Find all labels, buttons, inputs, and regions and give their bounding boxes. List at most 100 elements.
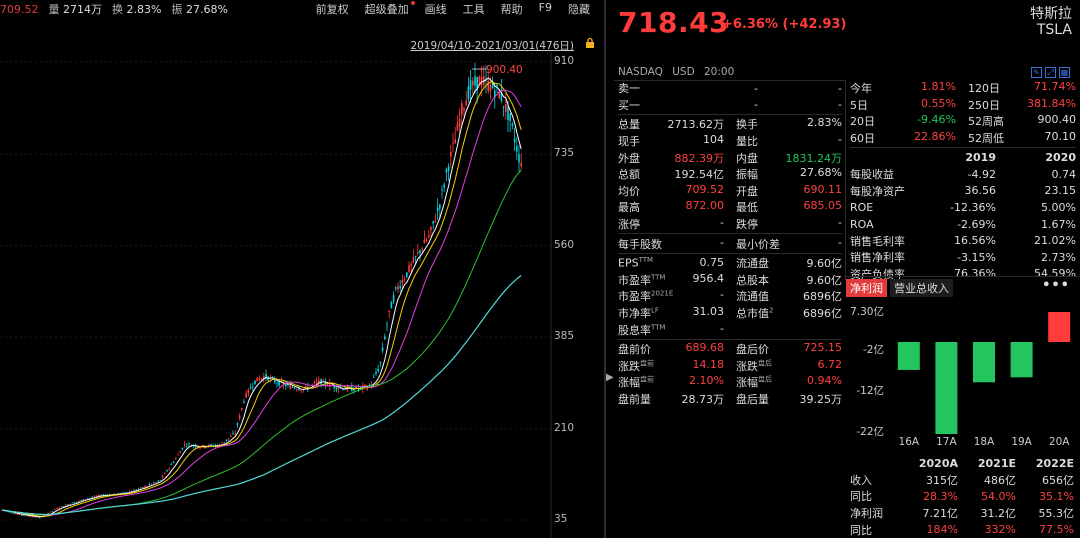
- candle-body: [51, 510, 54, 512]
- fin-row-value: 23.15: [1044, 184, 1077, 198]
- candle-body: [135, 489, 137, 491]
- stat-label: 市盈率TTM: [618, 272, 665, 288]
- stat-label-sup: TTM: [651, 322, 666, 331]
- stat-cell: 外盘 882.39万: [618, 150, 730, 166]
- stat-row: 60日 22.86% 52周低 70.10: [850, 130, 1076, 147]
- stat-label-sup: 盘前: [640, 375, 654, 384]
- toolbar-item[interactable]: 帮助: [493, 1, 531, 17]
- tab-revenue[interactable]: 营业总收入: [890, 279, 953, 297]
- candle-body: [289, 385, 291, 389]
- stock-name: 特斯拉: [1030, 6, 1072, 22]
- toolbar-item[interactable]: 超级叠加: [357, 1, 417, 17]
- stat-label: 盘前价: [618, 341, 651, 357]
- top-stat-value: 27.68%: [185, 3, 228, 16]
- stock-ticker: TSLA: [1036, 22, 1072, 38]
- stat-label-sup: 盘后: [758, 375, 772, 384]
- stat-value: 6896亿: [803, 307, 842, 321]
- net-profit-bar[interactable]: [897, 341, 920, 370]
- candle-body: [315, 381, 318, 383]
- candle-body: [56, 508, 58, 509]
- candle-body: [181, 447, 184, 450]
- net-profit-bar[interactable]: [1010, 341, 1033, 378]
- stat-cell: 52周低 70.10: [962, 130, 1076, 146]
- candle-body: [153, 482, 155, 484]
- top-stat-label: 量: [48, 3, 60, 16]
- stat-label-sup: 盘前: [640, 359, 654, 368]
- stat-label-text: 5日: [850, 98, 868, 112]
- kline-chart[interactable]: 900.40: [0, 52, 552, 538]
- stat-label-text: 52周低: [968, 132, 1004, 146]
- stat-label: 120日: [968, 80, 1000, 96]
- toolbar-item[interactable]: F9: [531, 1, 560, 17]
- exchange-line: NASDAQ USD 20:00: [618, 66, 740, 78]
- stat-label-text: 市净率: [618, 307, 651, 321]
- candle-body: [518, 154, 520, 163]
- toolbar-item[interactable]: 前复权: [308, 1, 357, 17]
- candle-body: [258, 378, 261, 381]
- stat-label-sup: 盘后: [758, 359, 772, 368]
- stat-value: 0.55%: [921, 96, 956, 110]
- forecast-value: 35.1%: [1039, 489, 1074, 503]
- candle-body: [443, 184, 445, 188]
- top-stat-label: 换: [112, 3, 123, 16]
- stat-label: 股息率TTM: [618, 322, 665, 338]
- net-profit-chart[interactable]: [846, 300, 1080, 438]
- forecast-table: 2020A 2021E 2022E 收入 315亿 486亿 656亿 同比 28.3% 54.0…: [850, 455, 1076, 538]
- candle-body: [14, 513, 16, 515]
- stat-cell: 涨幅盘前 2.10%: [618, 374, 730, 390]
- fin-y-tick: -22亿: [856, 426, 884, 439]
- stat-row: 市盈率2021E - 流通值 6896亿: [618, 288, 842, 305]
- toolbar-item[interactable]: 画线: [417, 1, 455, 17]
- net-profit-bar[interactable]: [1048, 312, 1071, 342]
- toolbar-item[interactable]: 工具: [455, 1, 493, 17]
- time-label: 20:00: [704, 66, 735, 78]
- forecast-value: 315亿: [926, 473, 958, 487]
- stat-cell: 市盈率2021E -: [618, 288, 730, 304]
- stat-value: 2.10%: [689, 374, 724, 388]
- candle-body: [241, 408, 243, 410]
- settings-icon[interactable]: ▦: [1059, 67, 1070, 78]
- stat-value: 14.18: [692, 357, 725, 371]
- kline-panel[interactable]: 709.52 量 2714万换 2.83% 振 27.68% 前复权 超级叠加 画线 工具…: [0, 0, 604, 538]
- panel-divider[interactable]: [604, 0, 606, 538]
- collapse-arrow-icon[interactable]: ▶: [606, 372, 614, 383]
- stat-label-text: 今年: [850, 82, 872, 96]
- net-profit-bar[interactable]: [973, 341, 995, 383]
- bid-ask-price: -: [754, 98, 758, 112]
- candle-body: [234, 433, 236, 435]
- candle-body: [474, 76, 476, 86]
- stat-cell: 5日 0.55%: [850, 97, 962, 113]
- candle-body: [139, 487, 142, 489]
- lock-icon[interactable]: [584, 37, 596, 49]
- fin-row-label: 每股收益: [850, 168, 894, 182]
- fin-row-value: 21.02%: [1034, 234, 1076, 248]
- stat-row: 总额 192.54亿 振幅 27.68%: [618, 166, 842, 183]
- currency-label: USD: [672, 66, 695, 78]
- candle-body: [32, 516, 34, 518]
- candle-body: [434, 220, 437, 222]
- more-icon[interactable]: •••: [1042, 278, 1070, 293]
- stat-row: 盘前价 689.68 盘后价 725.15: [618, 341, 842, 358]
- forecast-value: 332%: [984, 523, 1016, 537]
- net-profit-bar[interactable]: [935, 341, 958, 434]
- stat-cell: 60日 22.86%: [850, 130, 962, 146]
- toolbar-item[interactable]: 隐藏: [560, 1, 598, 17]
- candle-body: [27, 515, 30, 517]
- candle-body: [128, 491, 131, 493]
- quote-panel: 718.43 +6.36% (+42.93) 特斯拉 TSLA NASDAQ U…: [614, 0, 1080, 538]
- date-range-label[interactable]: 2019/04/10-2021/03/01(476日): [410, 38, 574, 53]
- candle-body: [300, 390, 302, 392]
- candle-body: [425, 239, 428, 241]
- stat-label: 市盈率2021E: [618, 288, 673, 304]
- candle-body: [91, 497, 93, 499]
- tab-net-profit[interactable]: 净利润: [846, 279, 887, 297]
- candle-body: [38, 517, 41, 519]
- stat-label-text: 盘后价: [736, 343, 769, 357]
- candle-body: [82, 499, 85, 501]
- candle-body: [188, 443, 190, 445]
- stat-value: 192.54亿: [674, 168, 725, 182]
- chart-icon[interactable]: ⤢: [1045, 67, 1056, 78]
- stat-value: 28.73万: [681, 392, 725, 406]
- edit-icon[interactable]: ✎: [1031, 67, 1042, 78]
- fin-row: 销售净利率 -3.15% 2.73%: [850, 249, 1076, 266]
